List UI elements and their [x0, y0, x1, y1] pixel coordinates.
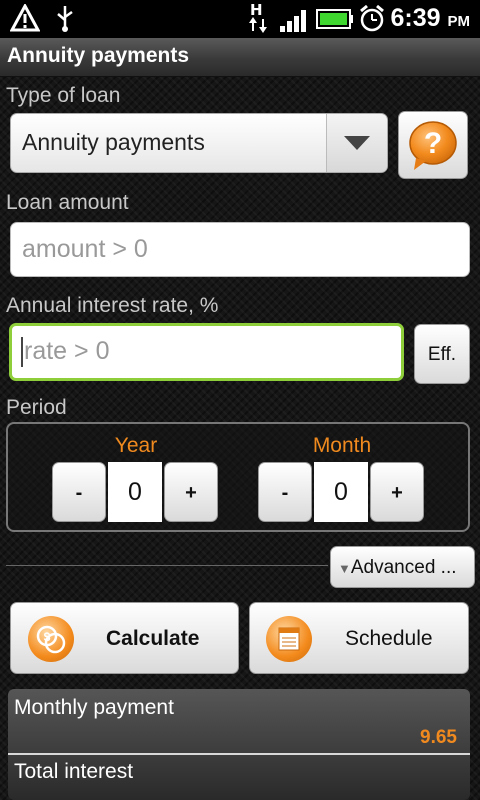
svg-text:$: $: [44, 630, 51, 644]
advanced-label: Advanced ...: [350, 557, 457, 578]
interest-rate-label: Annual interest rate, %: [6, 294, 219, 317]
alarm-icon: [360, 4, 384, 32]
status-bar: H 6:39 PM: [0, 0, 480, 38]
month-label: Month: [312, 434, 372, 457]
coins-icon: $: [28, 616, 74, 662]
text-cursor: [21, 337, 23, 368]
app-title: Annuity payments: [7, 44, 190, 67]
loan-amount-input[interactable]: amount > 0: [10, 222, 470, 277]
schedule-label: Schedule: [345, 627, 433, 650]
schedule-button[interactable]: Schedule: [249, 602, 469, 674]
battery-icon: [316, 9, 353, 29]
clock: 6:39 PM: [391, 4, 471, 33]
loan-type-label: Type of loan: [6, 84, 121, 107]
help-button[interactable]: ?: [398, 111, 468, 179]
total-interest-label: Total interest: [14, 760, 134, 783]
year-label: Year: [114, 434, 158, 457]
year-value[interactable]: 0: [108, 462, 162, 522]
signal-icon: [280, 10, 306, 32]
loan-type-value: Annuity payments: [22, 129, 205, 155]
year-plus-button[interactable]: +: [164, 462, 218, 522]
monthly-payment-value: 9.65: [420, 727, 457, 748]
calculate-button[interactable]: $ Calculate: [10, 602, 239, 674]
chevron-down-icon[interactable]: [326, 114, 387, 172]
loan-amount-label: Loan amount: [6, 191, 129, 214]
warning-icon: [10, 4, 40, 32]
svg-text:?: ?: [424, 127, 442, 160]
effective-rate-button[interactable]: Eff.: [414, 324, 470, 384]
title-bar: Annuity payments: [0, 38, 480, 77]
clock-time: 6:39: [390, 4, 441, 32]
question-mark-icon: ?: [409, 121, 457, 170]
interest-rate-placeholder: rate > 0: [24, 337, 110, 365]
calculate-label: Calculate: [106, 627, 200, 650]
month-plus-button[interactable]: +: [370, 462, 424, 522]
calendar-icon: [266, 616, 312, 662]
data-arrows-icon: [249, 17, 267, 33]
clock-ampm: PM: [447, 13, 471, 30]
results-divider: [8, 753, 470, 755]
loan-type-dropdown[interactable]: Annuity payments: [10, 113, 388, 173]
results-panel: Monthly payment 9.65 Total interest: [8, 689, 470, 800]
usb-icon: [57, 6, 73, 32]
advanced-button[interactable]: ▼Advanced ...: [330, 546, 475, 588]
divider: [6, 565, 328, 566]
year-minus-button[interactable]: -: [52, 462, 106, 522]
period-label: Period: [6, 396, 67, 419]
month-value[interactable]: 0: [314, 462, 368, 522]
month-minus-button[interactable]: -: [258, 462, 312, 522]
interest-rate-input[interactable]: rate > 0: [9, 323, 404, 381]
triangle-down-icon: ▼: [338, 561, 351, 576]
monthly-payment-label: Monthly payment: [14, 696, 174, 719]
